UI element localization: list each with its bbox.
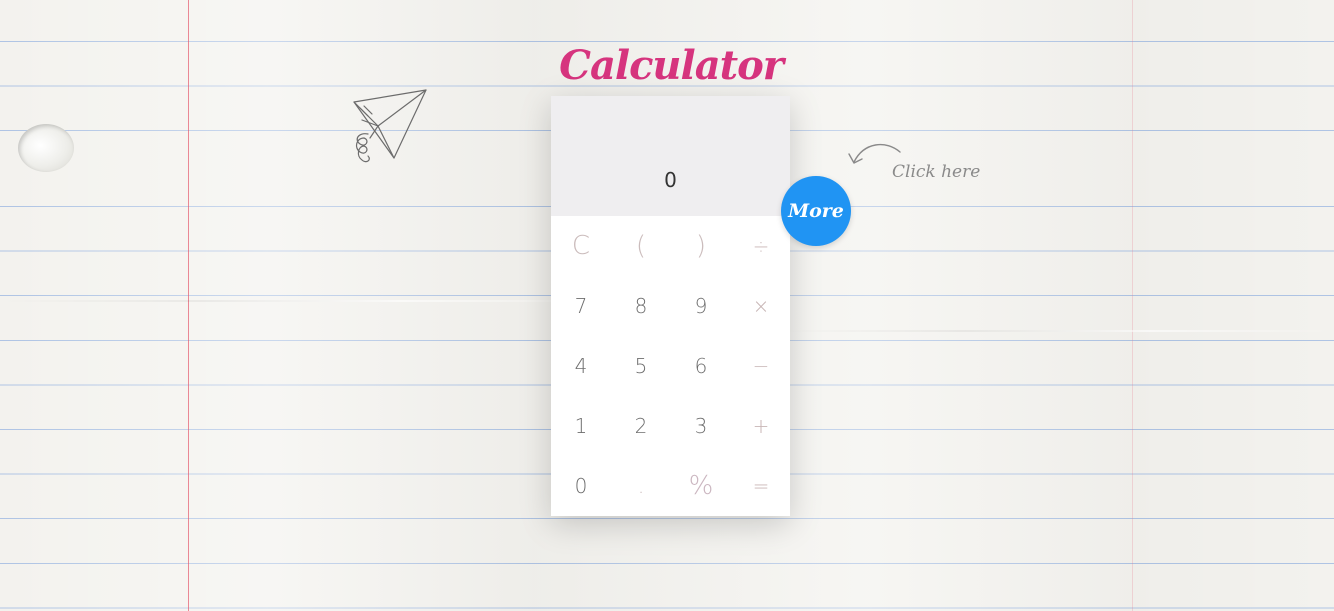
decimal-point-button[interactable]: . — [611, 456, 671, 516]
paper-crease — [780, 330, 1334, 332]
digit-3-button[interactable]: 3 — [671, 396, 731, 456]
digit-7-button[interactable]: 7 — [551, 276, 611, 336]
subtract-button[interactable]: − — [731, 336, 791, 396]
notebook-margin-line — [188, 0, 189, 611]
calculator: 0 C ( ) ÷ 7 8 9 × 4 5 6 − 1 2 3 + 0 . % … — [551, 96, 790, 516]
more-button[interactable]: More — [781, 176, 851, 246]
multiply-button[interactable]: × — [731, 276, 791, 336]
keypad: C ( ) ÷ 7 8 9 × 4 5 6 − 1 2 3 + 0 . % = — [551, 216, 790, 516]
digit-9-button[interactable]: 9 — [671, 276, 731, 336]
paper-plane-doodle-icon — [353, 89, 427, 163]
clear-button[interactable]: C — [551, 216, 611, 276]
digit-8-button[interactable]: 8 — [611, 276, 671, 336]
page-title: Calculator — [559, 42, 784, 89]
add-button[interactable]: + — [731, 396, 791, 456]
digit-6-button[interactable]: 6 — [671, 336, 731, 396]
open-paren-button[interactable]: ( — [611, 216, 671, 276]
percent-button[interactable]: % — [671, 456, 731, 516]
paper-punch-hole — [18, 124, 74, 172]
equals-button[interactable]: = — [731, 456, 791, 516]
digit-2-button[interactable]: 2 — [611, 396, 671, 456]
notebook-margin-line-right — [1132, 0, 1133, 611]
digit-5-button[interactable]: 5 — [611, 336, 671, 396]
digit-4-button[interactable]: 4 — [551, 336, 611, 396]
digit-1-button[interactable]: 1 — [551, 396, 611, 456]
close-paren-button[interactable]: ) — [671, 216, 731, 276]
divide-button[interactable]: ÷ — [731, 216, 791, 276]
click-here-hint: Click here — [892, 162, 981, 182]
calculator-display: 0 — [551, 96, 790, 216]
paper-crease — [0, 300, 600, 302]
digit-0-button[interactable]: 0 — [551, 456, 611, 516]
display-value: 0 — [664, 168, 677, 192]
